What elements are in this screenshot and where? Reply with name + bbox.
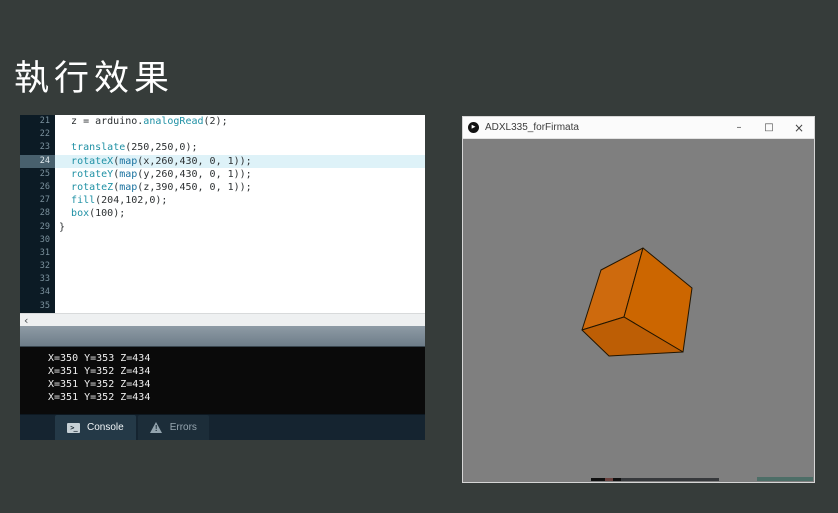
maximize-button[interactable]: □ [754, 117, 784, 139]
console-line: X=351 Y=352 Z=434 [48, 392, 151, 403]
code-line[interactable] [55, 273, 425, 286]
render-artifact [621, 478, 719, 481]
code-line[interactable] [55, 260, 425, 273]
message-area [20, 326, 425, 347]
code-line[interactable]: box(100); [55, 207, 425, 220]
code-token: rotateX [71, 155, 114, 167]
code-token: (204,102,0); [95, 195, 168, 207]
console-output: X=350 Y=353 Z=434 X=351 Y=352 Z=434 X=351 … [20, 347, 425, 414]
code-line[interactable] [55, 234, 425, 247]
tab-errors-label: Errors [169, 422, 197, 433]
line-number: 26 [39, 181, 50, 192]
console-prompt-icon: >_ [67, 422, 80, 433]
code-area[interactable]: z = arduino.analogRead(2); translate(250… [55, 115, 425, 313]
line-number: 22 [39, 129, 50, 140]
console-line: X=350 Y=353 Z=434 [48, 353, 151, 364]
line-number: 23 [39, 142, 50, 153]
code-line[interactable] [55, 247, 425, 260]
code-token: map [119, 155, 138, 167]
code-token: rotateZ [71, 181, 114, 193]
code-token: rotateY [71, 168, 114, 180]
code-line[interactable]: rotateZ(map(z,390,450, 0, 1)); [55, 181, 425, 194]
orange-cube [581, 247, 693, 357]
code-line[interactable]: translate(250,250,0); [55, 141, 425, 154]
render-artifact [757, 477, 813, 481]
warning-exclamation: ! [154, 424, 158, 433]
line-number-gutter: 21 22 23 24 25 26 27 28 29 30 31 32 33 34 35 [20, 115, 55, 313]
line-number: 30 [39, 234, 50, 245]
console-tab-bar: >_ Console ! Errors [20, 414, 425, 440]
line-number: 31 [39, 247, 50, 258]
line-number: 29 [39, 221, 50, 232]
code-token: z = arduino. [59, 116, 144, 127]
processing-ide-panel: 21 22 23 24 25 26 27 28 29 30 31 32 33 34 35 z = ardui… [20, 115, 425, 440]
chevron-left-icon[interactable]: ‹ [20, 315, 28, 326]
slide-background: { "slide": { "title": "執行效果" }, "ide": {… [0, 0, 838, 513]
line-number: 34 [39, 287, 50, 298]
render-artifact [605, 478, 613, 481]
window-title-bar[interactable]: ▶ ADXL335_forFirmata – □ × [463, 117, 814, 139]
code-line[interactable]: fill(204,102,0); [55, 194, 425, 207]
code-token: map [119, 168, 138, 180]
code-line[interactable]: rotateY(map(y,260,430, 0, 1)); [55, 168, 425, 181]
play-icon: ▶ [468, 122, 479, 133]
window-title: ADXL335_forFirmata [485, 122, 579, 133]
page-title: 執行效果 [14, 59, 175, 98]
code-token: map [119, 181, 138, 193]
code-token: (2); [203, 116, 228, 127]
tab-console-label: Console [87, 422, 124, 433]
code-editor[interactable]: 21 22 23 24 25 26 27 28 29 30 31 32 33 34 35 z = ardui… [20, 115, 425, 313]
code-token: (y,260,430, 0, 1)); [137, 168, 252, 180]
code-token: translate [71, 142, 126, 154]
code-token: (250,250,0); [125, 142, 198, 154]
tab-console[interactable]: >_ Console [55, 415, 136, 440]
code-line[interactable]: rotateX(map(x,260,430, 0, 1)); [55, 154, 425, 168]
code-line[interactable] [55, 300, 425, 313]
horizontal-scrollbar[interactable]: ‹ [20, 313, 425, 326]
tab-errors[interactable]: ! Errors [137, 415, 209, 440]
sketch-window: ▶ ADXL335_forFirmata – □ × [462, 116, 815, 483]
close-button[interactable]: × [784, 117, 814, 139]
line-number: 32 [39, 261, 50, 272]
sketch-canvas [463, 139, 814, 482]
code-token: } [59, 221, 66, 233]
code-line[interactable]: z = arduino.analogRead(2); [55, 115, 425, 128]
minimize-button[interactable]: – [724, 117, 754, 139]
line-number: 28 [39, 208, 50, 219]
line-number: 27 [39, 195, 50, 206]
console-line: X=351 Y=352 Z=434 [48, 379, 151, 390]
code-line[interactable]: } [55, 221, 425, 234]
code-token: box [71, 208, 90, 220]
code-token: analogRead [143, 116, 204, 127]
line-number: 24 [20, 154, 55, 168]
code-line[interactable] [55, 286, 425, 299]
line-number: 33 [39, 274, 50, 285]
code-line[interactable] [55, 128, 425, 141]
code-token: (z,390,450, 0, 1)); [137, 181, 252, 193]
code-token: (x,260,430, 0, 1)); [137, 155, 252, 167]
code-token: (100); [89, 208, 126, 220]
line-number: 35 [39, 300, 50, 311]
code-token: fill [71, 195, 96, 207]
line-number: 21 [39, 116, 50, 126]
line-number: 25 [39, 168, 50, 179]
console-line: X=351 Y=352 Z=434 [48, 366, 151, 377]
warning-icon: ! [149, 422, 163, 433]
